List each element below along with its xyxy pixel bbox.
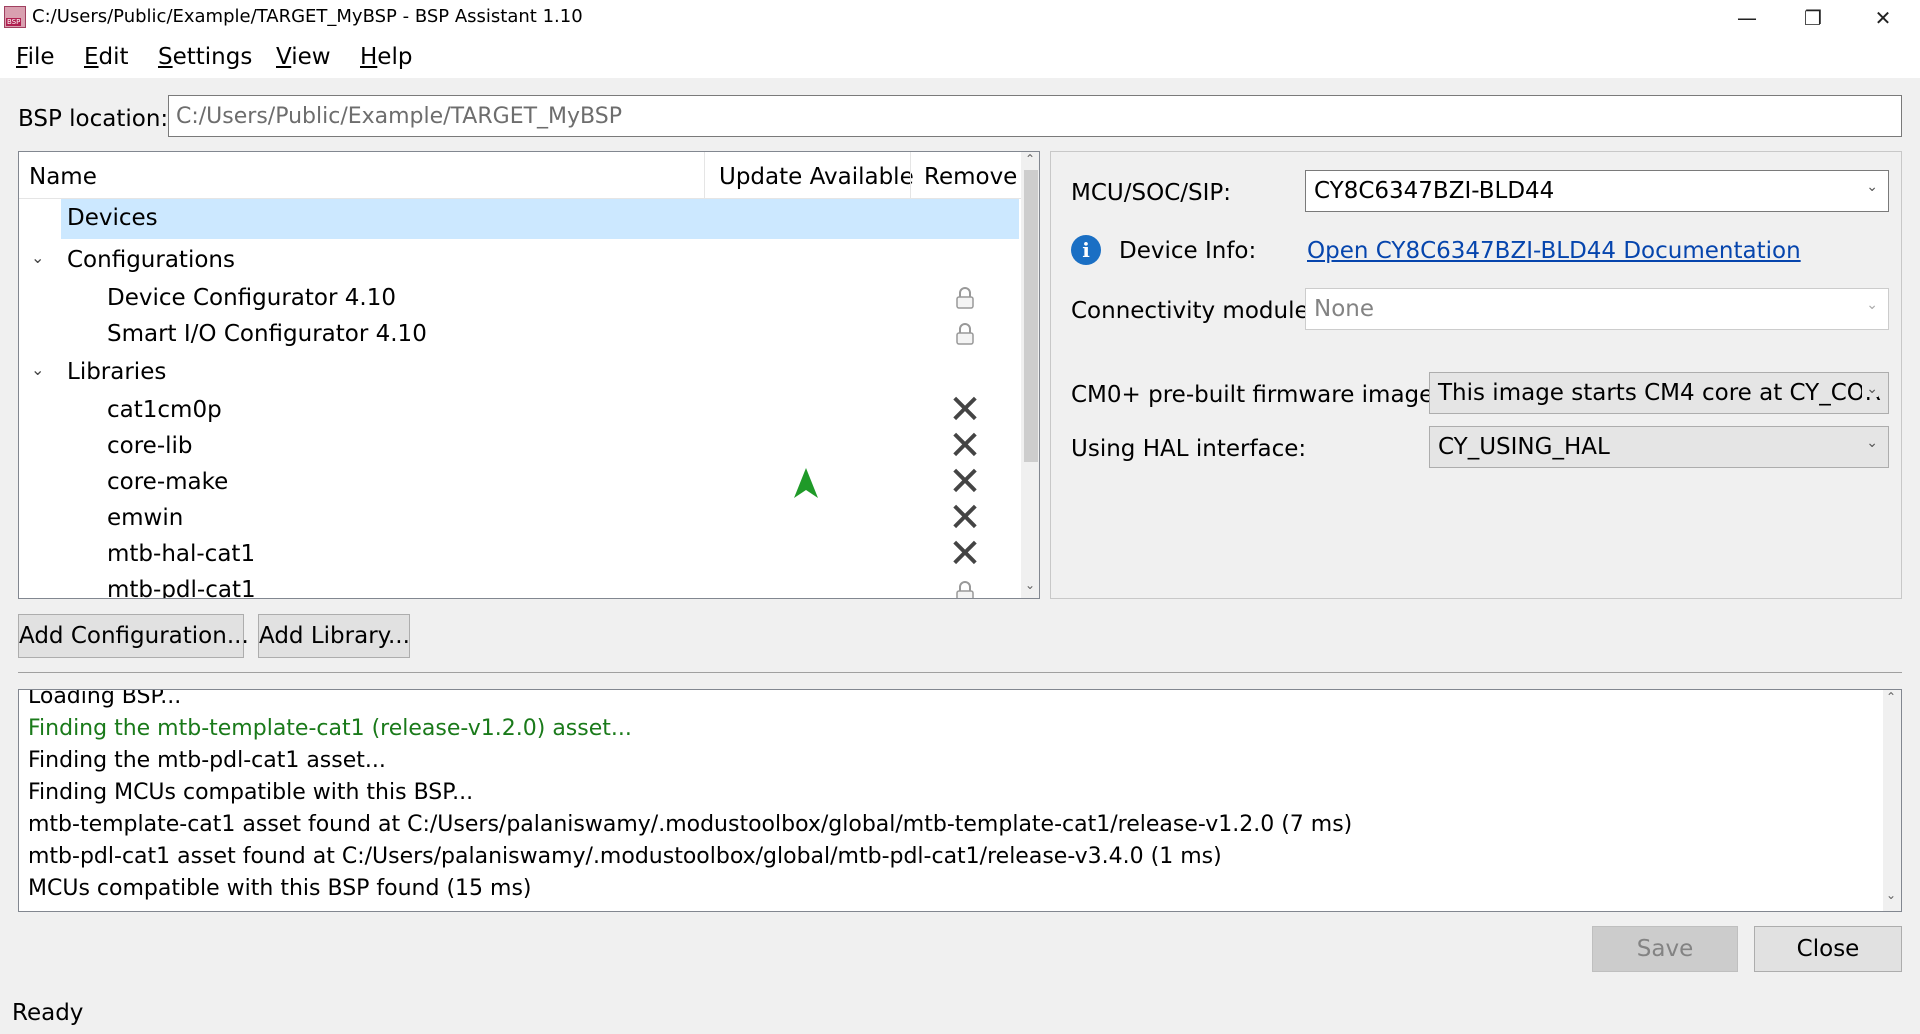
tree-row-device-configurator[interactable]: Device Configurator 4.10 xyxy=(19,280,1021,316)
scroll-down-icon[interactable]: ⌄ xyxy=(1025,578,1035,592)
tree-row-label: core-lib xyxy=(107,433,193,459)
splitter[interactable] xyxy=(18,672,1902,673)
lock-icon xyxy=(956,581,974,598)
column-header-name[interactable]: Name xyxy=(29,164,97,190)
properties-panel: MCU/SOC/SIP: CY8C6347BZI-BLD44 ⌄ i Devic… xyxy=(1050,151,1902,599)
mcu-select-value: CY8C6347BZI-BLD44 xyxy=(1314,178,1555,204)
tree-row-label: Device Configurator 4.10 xyxy=(107,285,396,311)
cm0-image-select[interactable]: This image starts CM4 core at CY_COR ⌄ xyxy=(1429,372,1889,414)
tree-row-core-make[interactable]: core-make ✕ xyxy=(19,462,1021,502)
tree-row-mtb-pdl-cat1[interactable]: mtb-pdl-cat1 xyxy=(19,572,1021,599)
cm0-image-label: CM0+ pre-built firmware image: xyxy=(1071,382,1442,408)
menu-bar: File Edit Settings View Help xyxy=(0,36,1920,78)
info-icon: i xyxy=(1071,235,1101,265)
log-scrollbar[interactable]: ⌃ ⌄ xyxy=(1883,690,1901,911)
log-line: mtb-template-cat1 asset found at C:/User… xyxy=(28,812,1353,837)
chevron-down-icon[interactable]: ⌄ xyxy=(31,360,44,379)
mcu-label: MCU/SOC/SIP: xyxy=(1071,180,1232,206)
bsp-location-label: BSP location: xyxy=(18,106,169,132)
hal-interface-label: Using HAL interface: xyxy=(1071,436,1307,462)
lock-icon xyxy=(956,323,974,345)
chevron-down-icon: ⌄ xyxy=(1866,435,1878,451)
save-button[interactable]: Save xyxy=(1592,926,1738,972)
connectivity-select-value: None xyxy=(1314,296,1375,322)
log-line: mtb-pdl-cat1 asset found at C:/Users/pal… xyxy=(28,844,1222,869)
menu-settings[interactable]: Settings xyxy=(158,44,252,70)
tree-row-smart-io-configurator[interactable]: Smart I/O Configurator 4.10 xyxy=(19,316,1021,352)
chevron-down-icon: ⌄ xyxy=(1866,297,1878,313)
selection-highlight xyxy=(61,199,1019,239)
chevron-down-icon: ⌄ xyxy=(1866,179,1878,195)
device-info-label: Device Info: xyxy=(1119,238,1257,264)
chevron-down-icon: ⌄ xyxy=(1862,381,1878,397)
documentation-link[interactable]: Open CY8C6347BZI-BLD44 Documentation xyxy=(1307,238,1801,264)
log-line: Finding the mtb-pdl-cat1 asset... xyxy=(28,748,386,773)
app-icon xyxy=(4,6,26,28)
column-divider[interactable] xyxy=(704,152,705,198)
tree-row-devices[interactable]: Devices xyxy=(19,199,1021,239)
add-library-button[interactable]: Add Library... xyxy=(258,614,410,658)
minimize-button[interactable]: — xyxy=(1712,0,1782,36)
remove-x-icon[interactable]: ✕ xyxy=(947,534,983,574)
menu-file[interactable]: File xyxy=(16,44,55,70)
lock-icon xyxy=(956,287,974,309)
title-bar: C:/Users/Public/Example/TARGET_MyBSP - B… xyxy=(0,0,1920,36)
bsp-location-field[interactable]: C:/Users/Public/Example/TARGET_MyBSP xyxy=(168,95,1902,137)
tree-row-label: emwin xyxy=(107,505,184,531)
hal-interface-select[interactable]: CY_USING_HAL ⌄ xyxy=(1429,426,1889,468)
tree-row-label: Libraries xyxy=(67,359,167,385)
tree-row-emwin[interactable]: emwin ✕ xyxy=(19,498,1021,538)
connectivity-select[interactable]: None ⌄ xyxy=(1305,288,1889,330)
tree-scrollbar[interactable]: ⌃ ⌄ xyxy=(1021,152,1039,598)
scroll-down-icon[interactable]: ⌄ xyxy=(1886,888,1896,902)
menu-edit[interactable]: Edit xyxy=(84,44,129,70)
tree-row-label: Devices xyxy=(67,205,158,231)
menu-view[interactable]: View xyxy=(276,44,331,70)
tree-row-label: Smart I/O Configurator 4.10 xyxy=(107,321,427,347)
restore-button[interactable]: ❐ xyxy=(1778,0,1848,36)
mcu-select[interactable]: CY8C6347BZI-BLD44 ⌄ xyxy=(1305,170,1889,212)
connectivity-label: Connectivity module: xyxy=(1071,298,1317,324)
log-output[interactable]: Loading BSP... Finding the mtb-template-… xyxy=(18,689,1902,912)
tree-row-label: cat1cm0p xyxy=(107,397,222,423)
close-button[interactable]: Close xyxy=(1754,926,1902,972)
tree-row-label: mtb-hal-cat1 xyxy=(107,541,256,567)
log-line: MCUs compatible with this BSP found (15 … xyxy=(28,876,532,901)
update-arrow-icon[interactable] xyxy=(793,468,819,498)
scroll-up-icon[interactable]: ⌃ xyxy=(1886,690,1896,704)
tree-row-mtb-hal-cat1[interactable]: mtb-hal-cat1 ✕ xyxy=(19,534,1021,574)
bsp-tree-view[interactable]: Name Update Available Remove Devices ⌄ C… xyxy=(18,151,1040,599)
tree-row-label: core-make xyxy=(107,469,229,495)
tree-row-libraries[interactable]: ⌄ Libraries xyxy=(19,354,1021,390)
hal-interface-select-value: CY_USING_HAL xyxy=(1438,434,1610,460)
tree-row-label: mtb-pdl-cat1 xyxy=(107,577,256,599)
column-header-remove[interactable]: Remove xyxy=(924,164,1017,190)
tree-row-core-lib[interactable]: core-lib ✕ xyxy=(19,426,1021,466)
scrollbar-thumb[interactable] xyxy=(1024,170,1038,462)
window-title: C:/Users/Public/Example/TARGET_MyBSP - B… xyxy=(32,6,583,27)
close-window-button[interactable]: ✕ xyxy=(1848,0,1918,36)
scroll-up-icon[interactable]: ⌃ xyxy=(1025,152,1035,166)
tree-row-label: Configurations xyxy=(67,247,235,273)
status-text: Ready xyxy=(12,1000,84,1026)
log-line: Finding the mtb-template-cat1 (release-v… xyxy=(28,716,632,741)
log-line: Finding MCUs compatible with this BSP... xyxy=(28,780,474,805)
add-configuration-button[interactable]: Add Configuration... xyxy=(18,614,249,658)
tree-row-configurations[interactable]: ⌄ Configurations xyxy=(19,242,1021,278)
tree-row-cat1cm0p[interactable]: cat1cm0p ✕ xyxy=(19,390,1021,430)
column-divider[interactable] xyxy=(910,152,911,198)
cm0-image-select-value: This image starts CM4 core at CY_COR xyxy=(1438,380,1881,406)
chevron-down-icon[interactable]: ⌄ xyxy=(31,248,44,267)
column-header-update-available[interactable]: Update Available xyxy=(719,164,914,190)
log-line: Loading BSP... xyxy=(28,689,182,709)
menu-help[interactable]: Help xyxy=(360,44,412,70)
